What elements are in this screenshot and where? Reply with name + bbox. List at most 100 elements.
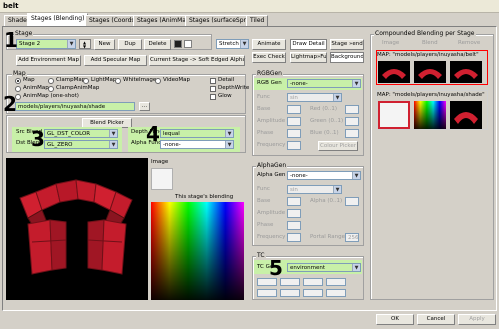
red-label: Red (0..1)	[310, 106, 337, 112]
chevron-down-icon[interactable]: ▼	[352, 172, 360, 179]
stage-image-thumb	[151, 168, 173, 190]
compound-thumb-2c[interactable]	[450, 101, 482, 129]
rgb-amplitude-input[interactable]	[287, 117, 301, 126]
tc-param-input-8[interactable]	[326, 289, 346, 297]
alpha-value-input[interactable]	[345, 197, 359, 206]
portal-range-input[interactable]: 256	[345, 233, 359, 242]
alpha-amplitude-input[interactable]	[287, 209, 301, 218]
model-preview[interactable]	[6, 158, 148, 300]
belt-thumb-icon	[454, 112, 478, 124]
tc-param-input-5[interactable]	[257, 289, 277, 297]
alpha-frequency-input[interactable]	[287, 233, 301, 242]
tc-param-input-2[interactable]	[280, 278, 300, 286]
radio-clampmap[interactable]	[48, 78, 54, 84]
spin-down-icon[interactable]: ▼	[83, 44, 86, 49]
dst-blend-select[interactable]: GL_ZERO ▼	[44, 140, 118, 149]
rgb-frequency-input[interactable]	[287, 141, 301, 150]
belt-thumb-icon	[454, 69, 478, 79]
green-input[interactable]	[345, 117, 359, 126]
detail-label: Detail	[218, 77, 235, 83]
alpha-gen-func-value: sin	[290, 187, 298, 193]
chevron-down-icon[interactable]: ▼	[109, 141, 117, 148]
alpha-gen-select[interactable]: -none- ▼	[287, 171, 361, 180]
stage-send-button[interactable]: Stage »end	[330, 39, 364, 50]
map-path-input[interactable]: models/players/inuyasha/shade	[15, 102, 135, 111]
tab-tiled[interactable]: Tiled	[246, 15, 269, 26]
exec-check-button[interactable]: Exec Check	[252, 52, 286, 63]
rgb-func-select[interactable]: sin ▼	[287, 93, 342, 102]
new-stage-button[interactable]: New	[94, 39, 115, 50]
dup-stage-button[interactable]: Dup	[118, 39, 142, 50]
alpha-gen-label: Alpha Gen	[257, 172, 286, 178]
chevron-down-icon[interactable]: ▼	[352, 80, 360, 87]
soft-edged-alpha-button[interactable]: Current Stage -> Soft Edged Alpha	[149, 55, 245, 66]
stage-spinner[interactable]: ▲ ▼	[79, 39, 91, 49]
radio-whiteimage-label: WhiteImage	[123, 77, 157, 83]
add-specular-map-button[interactable]: Add Specular Map	[84, 55, 147, 66]
alpha-phase-input[interactable]	[287, 221, 301, 230]
compound-col-blend: Blend	[422, 40, 438, 46]
chevron-down-icon[interactable]: ▼	[109, 130, 117, 137]
annotation-4: 4	[146, 122, 160, 146]
chevron-down-icon[interactable]: ▼	[240, 40, 248, 48]
radio-whiteimage[interactable]	[115, 78, 121, 84]
depth-func-value: lequal	[163, 131, 180, 137]
compound-thumb-2a[interactable]	[378, 101, 410, 129]
alpha-value-label: Alpha (0..1)	[310, 198, 343, 204]
compound-thumb-2b[interactable]	[414, 101, 446, 129]
stretch-select-value: Stretch	[219, 41, 239, 47]
glow-checkbox[interactable]	[210, 94, 216, 100]
draw-detail-toggle[interactable]: Draw Detail	[290, 39, 327, 50]
cancel-button[interactable]: Cancel	[417, 314, 455, 325]
black-swatch-button[interactable]	[174, 40, 182, 48]
image-label: Image	[151, 159, 169, 165]
tc-param-input-3[interactable]	[303, 278, 323, 286]
radio-map[interactable]	[15, 78, 21, 84]
compound-thumb-1a[interactable]	[378, 61, 410, 83]
detail-checkbox[interactable]	[210, 78, 216, 84]
background-toggle[interactable]: Background	[330, 52, 364, 63]
blue-input[interactable]	[345, 129, 359, 138]
browse-button[interactable]: ...	[139, 102, 150, 111]
radio-lightmap[interactable]	[83, 78, 89, 84]
src-blend-select[interactable]: GL_DST_COLOR ▼	[44, 129, 118, 138]
editor-window: belt Shader Stages (Blending) Stages (Co…	[0, 0, 499, 329]
delete-stage-button[interactable]: Delete	[144, 39, 171, 50]
stretch-select[interactable]: Stretch ▼	[216, 39, 249, 49]
alpha-gen-func-select[interactable]: sin ▼	[287, 185, 342, 194]
radio-clampanimmap[interactable]	[48, 86, 54, 92]
add-environment-map-button[interactable]: Add Environment Map	[16, 55, 81, 66]
lightmap-full-button[interactable]: Lightmap»Full	[290, 52, 327, 63]
chevron-down-icon[interactable]: ▼	[352, 264, 360, 271]
ok-button[interactable]: OK	[376, 314, 414, 325]
red-input[interactable]	[345, 105, 359, 114]
annotation-1: 1	[4, 28, 18, 52]
compound-thumb-1b[interactable]	[414, 61, 446, 83]
stage-select[interactable]: Stage 2 ▼	[16, 39, 76, 49]
radio-videomap[interactable]	[155, 78, 161, 84]
depthwrite-checkbox[interactable]	[210, 86, 216, 92]
colour-picker-button[interactable]: Colour Picker	[318, 141, 358, 151]
animate-button[interactable]: Animate	[252, 39, 286, 50]
tab-stages-blending[interactable]: Stages (Blending)	[27, 13, 89, 26]
tc-gen-select[interactable]: environment ▼	[287, 263, 361, 272]
chevron-down-icon[interactable]: ▼	[333, 94, 341, 101]
alpha-base-input[interactable]	[287, 197, 301, 206]
alpha-func-select[interactable]: -none- ▼	[160, 140, 234, 149]
compound-thumb-1c[interactable]	[450, 61, 482, 83]
depth-func-select[interactable]: lequal ▼	[160, 129, 234, 138]
title-bar: belt	[0, 0, 499, 13]
rgb-phase-input[interactable]	[287, 129, 301, 138]
tc-param-input-7[interactable]	[303, 289, 323, 297]
chevron-down-icon[interactable]: ▼	[333, 186, 341, 193]
tc-param-input-4[interactable]	[326, 278, 346, 286]
rgb-gen-select[interactable]: -none- ▼	[287, 79, 361, 88]
rgb-base-input[interactable]	[287, 105, 301, 114]
chevron-down-icon[interactable]: ▼	[225, 130, 233, 137]
rgb-phase-label: Phase	[257, 130, 274, 136]
chevron-down-icon[interactable]: ▼	[67, 40, 75, 48]
apply-button[interactable]: Apply	[458, 314, 496, 325]
white-swatch-button[interactable]	[184, 40, 192, 48]
chevron-down-icon[interactable]: ▼	[225, 141, 233, 148]
tc-param-input-6[interactable]	[280, 289, 300, 297]
